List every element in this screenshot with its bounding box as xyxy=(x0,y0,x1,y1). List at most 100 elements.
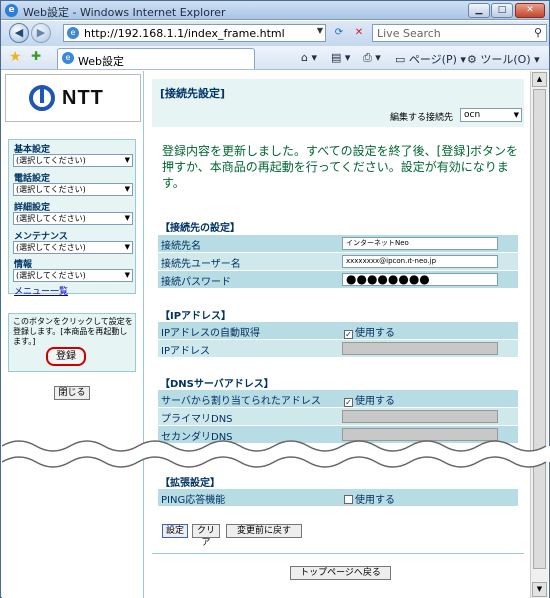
conn-pw-field[interactable]: ●●●●●●●● xyxy=(342,273,498,286)
row-conn-name: 接続先名 インターネットNeo xyxy=(158,235,518,252)
chevron-down-icon[interactable]: ▼ xyxy=(317,26,323,35)
register-note-text: このボタンをクリックして設定を登録します。[本商品を再起動します。] xyxy=(13,317,133,346)
close-button[interactable]: 閉じる xyxy=(54,386,90,400)
chevron-down-icon: ▼ xyxy=(124,185,130,193)
favorites-bar: ★ ✚ e Web設定 ⌂ ▾ ▤ ▾ ⎙ ▾ ▭ ページ(P) ▾ ⚙ ツール… xyxy=(1,46,549,70)
checkbox-unchecked-icon xyxy=(344,495,353,504)
menu-select-phone[interactable]: (選択してください) ▼ xyxy=(13,183,133,196)
title-bar: e Web設定 - Windows Internet Explorer ▁ □ … xyxy=(1,1,549,20)
chevron-down-icon: ▼ xyxy=(124,243,130,251)
clear-button[interactable]: クリア xyxy=(192,524,220,548)
tab-label: Web設定 xyxy=(78,55,124,68)
address-toolbar: ◀ ▶ e http://192.168.1.1/index_frame.htm… xyxy=(1,21,549,46)
page-icon: e xyxy=(62,52,74,64)
set-button[interactable]: 設定 xyxy=(162,524,188,538)
row-ip-auto: IPアドレスの自動取得 ✓ 使用する xyxy=(158,322,518,339)
search-placeholder: Live Search xyxy=(377,27,441,40)
row-conn-pw: 接続パスワード ●●●●●●●● xyxy=(158,271,518,288)
row-dns-primary: プライマリDNS xyxy=(158,408,518,425)
top-page-button[interactable]: トップページへ戻る xyxy=(290,566,391,580)
back-button[interactable]: ◀ xyxy=(9,23,29,43)
section-ip: 【IPアドレス】 xyxy=(160,311,232,322)
menu-select-detail[interactable]: (選択してください) ▼ xyxy=(13,212,133,225)
revert-button[interactable]: 変更前に戻す xyxy=(226,524,302,538)
conn-user-label: 接続先ユーザー名 xyxy=(161,259,241,270)
page-title: [接続先設定] xyxy=(160,87,226,100)
row-ping: PING応答機能 使用する xyxy=(158,489,518,506)
chevron-down-icon: ▼ xyxy=(513,111,519,119)
ping-checkbox[interactable]: 使用する xyxy=(344,491,395,506)
ip-auto-label: IPアドレスの自動取得 xyxy=(161,328,260,339)
gear-icon: ⚙ xyxy=(467,53,477,66)
conn-name-field[interactable]: インターネットNeo xyxy=(342,237,498,250)
conn-user-field[interactable]: xxxxxxxx@ipcon.ıt-neo.jp xyxy=(342,255,498,268)
page-content: NTT 基本設定 (選択してください) ▼ 電話設定 (選択してください) ▼ 詳細… xyxy=(2,71,550,598)
row-conn-user: 接続先ユーザー名 xxxxxxxx@ipcon.ıt-neo.jp xyxy=(158,253,518,270)
search-icon[interactable]: ⚲ xyxy=(534,26,542,39)
ntt-logo-mark xyxy=(29,85,55,111)
conn-name-label: 接続先名 xyxy=(161,241,201,252)
menu-select-maintenance[interactable]: (選択してください) ▼ xyxy=(13,241,133,254)
stop-icon[interactable]: ✕ xyxy=(351,25,367,41)
update-message: 登録内容を更新しました。すべての設定を終了後、[登録]ボタンを押すか、本商品の再… xyxy=(162,144,519,190)
dns-auto-checkbox[interactable]: ✓ 使用する xyxy=(344,392,395,407)
conn-pw-label: 接続パスワード xyxy=(161,277,231,288)
register-button[interactable]: 登録 xyxy=(46,347,86,366)
forward-button[interactable]: ▶ xyxy=(31,23,51,43)
page-icon: ▭ xyxy=(395,53,406,66)
settings-menu: 基本設定 (選択してください) ▼ 電話設定 (選択してください) ▼ 詳細設定 (… xyxy=(8,139,136,297)
tab-websettei[interactable]: e Web設定 xyxy=(57,48,255,69)
dns-primary-label: プライマリDNS xyxy=(161,414,233,425)
section-dns: 【DNSサーバアドレス】 xyxy=(160,379,274,390)
left-frame: NTT 基本設定 (選択してください) ▼ 電話設定 (選択してください) ▼ 詳細… xyxy=(2,71,144,598)
minimize-button[interactable]: ▁ xyxy=(468,3,490,18)
ip-auto-checkbox[interactable]: ✓ 使用する xyxy=(344,324,395,339)
add-favorite-icon[interactable]: ✚ xyxy=(31,49,41,63)
address-text: http://192.168.1.1/index_frame.html xyxy=(84,27,285,40)
page-menu[interactable]: ▭ ページ(P) ▾ xyxy=(395,51,466,67)
address-bar[interactable]: e http://192.168.1.1/index_frame.html ▼ xyxy=(63,24,326,42)
divider xyxy=(152,553,524,554)
ip-auto-check-label: 使用する xyxy=(355,328,395,339)
ip-label: IPアドレス xyxy=(161,346,210,357)
home-icon[interactable]: ⌂ ▾ xyxy=(301,51,317,64)
ping-check-label: 使用する xyxy=(355,495,395,506)
chevron-down-icon: ▼ xyxy=(124,214,130,222)
conn-select[interactable]: ocn ▼ xyxy=(460,108,522,122)
ie-icon: e xyxy=(5,4,18,17)
menu-select-value: (選択してください) xyxy=(16,185,86,194)
browser-window: e Web設定 - Windows Internet Explorer ▁ □ … xyxy=(0,0,550,598)
tools-menu[interactable]: ⚙ ツール(O) ▾ xyxy=(467,51,540,67)
page-icon: e xyxy=(67,27,79,39)
print-icon[interactable]: ⎙ ▾ xyxy=(363,51,381,65)
feeds-icon[interactable]: ▤ ▾ xyxy=(331,51,350,64)
conn-select-value: ocn xyxy=(464,110,481,120)
chevron-down-icon: ▼ xyxy=(124,156,130,164)
dns-auto-check-label: 使用する xyxy=(355,396,395,407)
section-ext: 【拡張設定】 xyxy=(160,478,220,489)
section-conn: 【接続先の設定】 xyxy=(160,223,240,234)
dns-auto-label: サーバから割り当てられたアドレス xyxy=(161,396,321,407)
checkbox-checked-icon: ✓ xyxy=(344,330,353,339)
ntt-logo: NTT xyxy=(5,74,141,122)
scroll-down-icon[interactable]: ▼ xyxy=(532,582,547,597)
scroll-thumb[interactable] xyxy=(533,89,546,569)
search-input[interactable]: Live Search ⚲ xyxy=(372,24,547,42)
scrollbar[interactable]: ▲ ▼ xyxy=(530,71,548,598)
tools-menu-label: ツール(O) xyxy=(480,53,531,66)
checkbox-checked-icon: ✓ xyxy=(344,398,353,407)
logo-text: NTT xyxy=(62,87,104,109)
scroll-up-icon[interactable]: ▲ xyxy=(532,72,547,87)
ip-field xyxy=(342,342,498,355)
menu-list-link[interactable]: メニュー一覧 xyxy=(14,284,68,297)
window-title: Web設定 - Windows Internet Explorer xyxy=(23,6,226,19)
maximize-button[interactable]: □ xyxy=(491,3,513,18)
menu-select-info[interactable]: (選択してください) ▼ xyxy=(13,269,133,282)
menu-select-value: (選択してください) xyxy=(16,156,86,165)
favorites-star-icon[interactable]: ★ xyxy=(9,49,22,65)
refresh-icon[interactable]: ⟳ xyxy=(331,25,347,41)
close-window-button[interactable]: ✕ xyxy=(515,3,545,18)
menu-select-value: (選択してください) xyxy=(16,271,86,280)
menu-select-basic[interactable]: (選択してください) ▼ xyxy=(13,154,133,167)
menu-select-value: (選択してください) xyxy=(16,214,86,223)
